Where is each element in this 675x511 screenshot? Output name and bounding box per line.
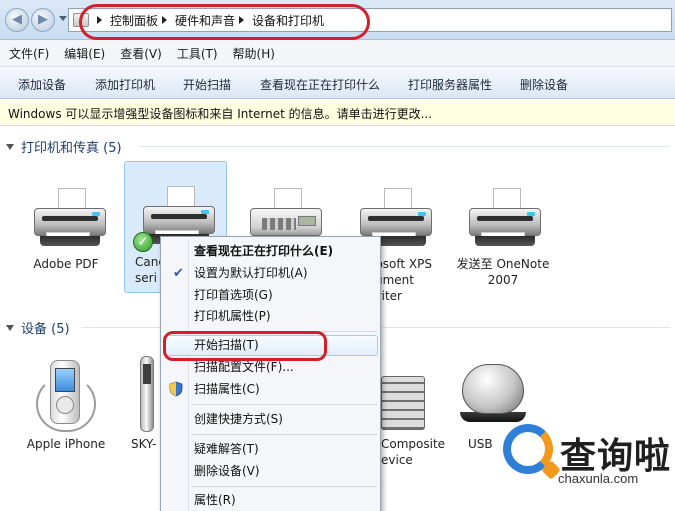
device-apple-iphone[interactable]: Apple iPhone xyxy=(20,356,112,452)
breadcrumb-item-control-panel[interactable]: 控制面板 xyxy=(110,12,158,29)
address-bar: ◀ ▶ 控制面板 硬件和声音 设备和打印机 xyxy=(0,0,675,40)
phone-icon xyxy=(128,356,162,436)
add-printer-button[interactable]: 添加打印机 xyxy=(95,76,155,93)
menu-item-create-shortcut[interactable]: 创建快捷方式(S) xyxy=(163,409,378,430)
printers-group-header[interactable]: 打印机和传真 (5) xyxy=(6,137,122,156)
menu-item-properties[interactable]: 属性(R) xyxy=(163,490,378,511)
menu-item-start-scan[interactable]: 开始扫描(T) xyxy=(163,335,378,356)
device-label-line2: evice xyxy=(381,453,413,467)
menu-separator xyxy=(191,434,377,435)
watermark-url: chaxunla.com xyxy=(558,471,639,486)
devices-group-header[interactable]: 设备 (5) xyxy=(6,318,70,337)
menu-separator xyxy=(191,404,377,405)
back-button[interactable]: ◀ xyxy=(5,8,29,32)
printer-adobe-pdf[interactable]: Adobe PDF xyxy=(20,186,112,272)
watermark: 查询啦 chaxunla.com xyxy=(500,421,675,511)
checkmark-icon: ✔ xyxy=(173,266,184,281)
menu-item-printing-preferences[interactable]: 打印首选项(G) xyxy=(163,285,378,306)
devices-group-title: 设备 (5) xyxy=(21,322,70,337)
device-label: SKY- xyxy=(131,437,157,451)
control-panel-icon xyxy=(73,13,89,27)
device-label: Apple iPhone xyxy=(26,437,106,451)
forward-arrow-icon: ▶ xyxy=(38,12,48,27)
device-label: Adobe PDF xyxy=(33,257,99,271)
menu-help[interactable]: 帮助(H) xyxy=(233,45,275,62)
info-bar[interactable]: Windows 可以显示增强型设备图标和来自 Internet 的信息。请单击进… xyxy=(0,99,675,126)
menu-item-label: 设置为默认打印机(A) xyxy=(194,266,308,280)
menu-separator xyxy=(191,331,377,332)
menu-item-troubleshoot[interactable]: 疑难解答(T) xyxy=(163,439,378,460)
menu-item-scan-profiles[interactable]: 扫描配置文件(F)... xyxy=(163,357,378,378)
device-composite[interactable]: Composite evice xyxy=(381,356,446,468)
printers-group-title: 打印机和传真 (5) xyxy=(21,141,122,156)
menu-tools[interactable]: 工具(T) xyxy=(177,45,218,62)
group-divider xyxy=(82,327,160,328)
print-server-properties-button[interactable]: 打印服务器属性 xyxy=(408,76,492,93)
recent-pages-dropdown[interactable] xyxy=(59,16,67,21)
start-scan-button[interactable]: 开始扫描 xyxy=(183,76,231,93)
breadcrumb: 控制面板 硬件和声音 设备和打印机 xyxy=(93,9,324,31)
device-sky[interactable]: SKY- xyxy=(128,356,162,452)
menu-item-remove-device[interactable]: 删除设备(V) xyxy=(163,461,378,482)
breadcrumb-separator-icon[interactable] xyxy=(97,16,102,24)
printer-icon xyxy=(455,186,547,256)
printer-send-to-onenote[interactable]: 发送至 OneNote 2007 xyxy=(455,186,551,288)
group-divider xyxy=(382,327,670,328)
default-printer-check-icon: ✓ xyxy=(133,232,153,252)
collapse-arrow-icon[interactable] xyxy=(6,143,14,150)
device-label: Composite xyxy=(381,437,446,451)
command-bar: 添加设备 添加打印机 开始扫描 查看现在正在打印什么 打印服务器属性 删除设备 xyxy=(0,67,675,99)
group-divider xyxy=(140,146,670,147)
forward-button[interactable]: ▶ xyxy=(31,8,55,32)
menu-item-label: 扫描属性(C) xyxy=(194,382,260,396)
menu-item-scan-properties[interactable]: 扫描属性(C) xyxy=(163,379,378,400)
context-menu: 查看现在正在打印什么(E) ✔ 设置为默认打印机(A) 打印首选项(G) 打印机… xyxy=(160,236,381,511)
menu-bar: 文件(F) 编辑(E) 查看(V) 工具(T) 帮助(H) xyxy=(0,40,675,67)
menu-file[interactable]: 文件(F) xyxy=(9,45,49,62)
device-label: 发送至 OneNote xyxy=(456,257,550,271)
remove-device-button[interactable]: 删除设备 xyxy=(520,76,568,93)
breadcrumb-separator-icon[interactable] xyxy=(162,16,168,24)
breadcrumb-item-hardware-sound[interactable]: 硬件和声音 xyxy=(175,12,235,29)
uac-shield-icon xyxy=(169,381,183,397)
collapse-arrow-icon[interactable] xyxy=(6,324,14,331)
see-whats-printing-button[interactable]: 查看现在正在打印什么 xyxy=(260,76,380,93)
breadcrumb-item-devices-printers[interactable]: 设备和打印机 xyxy=(252,12,324,29)
menu-item-see-whats-printing[interactable]: 查看现在正在打印什么(E) xyxy=(163,241,378,262)
ipod-icon xyxy=(20,356,112,436)
menu-item-set-default[interactable]: ✔ 设置为默认打印机(A) xyxy=(163,263,378,284)
address-field[interactable]: 控制面板 硬件和声音 设备和打印机 xyxy=(68,8,672,32)
keyboard-icon xyxy=(381,356,441,436)
back-arrow-icon: ◀ xyxy=(12,12,22,27)
menu-edit[interactable]: 编辑(E) xyxy=(64,45,105,62)
menu-view[interactable]: 查看(V) xyxy=(120,45,162,62)
device-label-line2: 2007 xyxy=(487,273,519,287)
menu-item-printer-properties[interactable]: 打印机属性(P) xyxy=(163,306,378,327)
printer-icon xyxy=(20,186,112,256)
breadcrumb-separator-icon[interactable] xyxy=(239,16,245,24)
add-device-button[interactable]: 添加设备 xyxy=(18,76,66,93)
menu-separator xyxy=(191,486,377,487)
